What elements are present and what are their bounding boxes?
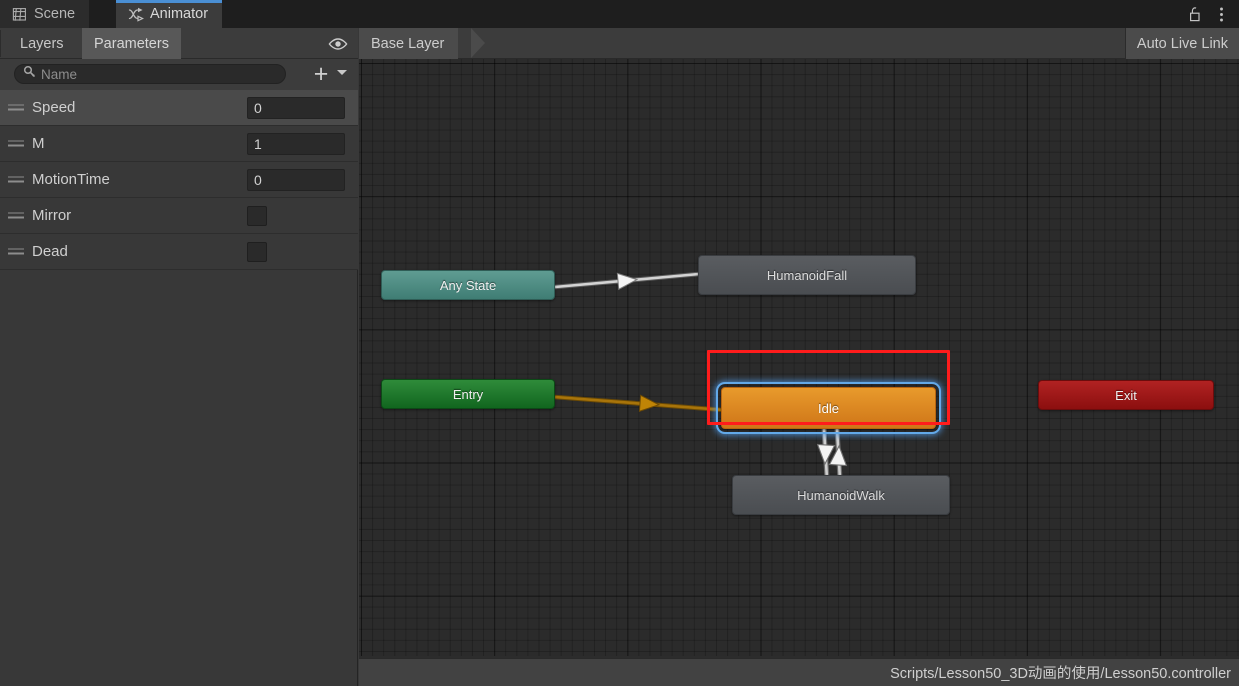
chevron-down-icon[interactable] xyxy=(337,70,347,75)
lock-open-icon[interactable] xyxy=(1183,2,1207,26)
add-parameter-label: + xyxy=(313,59,329,88)
animator-icon xyxy=(128,7,144,22)
parameter-row-m[interactable]: M 1 xyxy=(0,126,358,162)
parameter-value-field[interactable]: 0 xyxy=(247,97,345,119)
subtab-divider xyxy=(0,30,1,57)
parameter-name: Speed xyxy=(32,99,76,116)
parameter-row-mirror[interactable]: Mirror xyxy=(0,198,358,234)
search-placeholder: Name xyxy=(41,66,78,82)
panel-subtab-row: Layers Parameters xyxy=(0,28,358,59)
breadcrumb-label: Base Layer xyxy=(371,35,445,52)
grid-hash-icon xyxy=(12,7,27,22)
search-input[interactable]: Name xyxy=(14,64,286,84)
animator-graph: Base Layer Auto Live Link Any State Entr… xyxy=(359,28,1239,686)
node-humanoid-fall-label: HumanoidFall xyxy=(766,267,848,283)
drag-handle-icon[interactable] xyxy=(8,212,24,219)
auto-live-link-label: Auto Live Link xyxy=(1136,35,1228,52)
parameters-panel: Layers Parameters Name + Speed 0 M 1 Mot… xyxy=(0,28,358,686)
window-controls xyxy=(1183,0,1233,28)
tab-scene-label: Scene xyxy=(34,6,76,22)
plus-icon[interactable]: + xyxy=(308,59,334,88)
tab-animator-label: Animator xyxy=(150,6,209,22)
parameter-name: MotionTime xyxy=(32,171,110,188)
graph-canvas[interactable]: Any State Entry Exit HumanoidFall Idle H… xyxy=(359,59,1239,656)
node-exit-label: Exit xyxy=(1115,387,1137,403)
node-entry-label: Entry xyxy=(452,386,484,402)
drag-handle-icon[interactable] xyxy=(8,248,24,255)
parameter-row-motiontime[interactable]: MotionTime 0 xyxy=(0,162,358,198)
breadcrumb-bar: Base Layer Auto Live Link xyxy=(359,28,1239,59)
subtab-parameters-label: Parameters xyxy=(94,35,169,52)
parameter-value-field[interactable]: 1 xyxy=(247,133,345,155)
node-humanoid-walk[interactable]: HumanoidWalk xyxy=(732,475,950,515)
subtab-parameters[interactable]: Parameters xyxy=(82,28,181,59)
node-humanoid-fall[interactable]: HumanoidFall xyxy=(698,255,916,295)
breadcrumb-arrow-icon xyxy=(471,28,485,58)
status-bar: Scripts/Lesson50_3D动画的使用/Lesson50.contro… xyxy=(359,658,1239,686)
search-icon xyxy=(23,65,36,83)
parameter-name: Dead xyxy=(32,243,68,260)
drag-handle-icon[interactable] xyxy=(8,104,24,111)
tab-animator[interactable]: Animator xyxy=(116,0,223,28)
node-exit[interactable]: Exit xyxy=(1038,380,1214,410)
drag-handle-icon[interactable] xyxy=(8,176,24,183)
animator-window: Scene Animator Layers Parameters Name + … xyxy=(0,0,1239,686)
breadcrumb[interactable]: Base Layer xyxy=(359,28,459,59)
parameter-list: Speed 0 M 1 MotionTime 0 Mirror Dead xyxy=(0,90,358,270)
parameter-checkbox[interactable] xyxy=(247,206,267,226)
eye-icon[interactable] xyxy=(328,28,348,59)
controller-path: Scripts/Lesson50_3D动画的使用/Lesson50.contro… xyxy=(890,666,1231,682)
node-idle[interactable]: Idle xyxy=(721,387,936,429)
node-any-state[interactable]: Any State xyxy=(381,270,555,300)
panel-search-row: Name + xyxy=(0,59,358,90)
node-humanoid-walk-label: HumanoidWalk xyxy=(797,487,885,503)
transition-edges xyxy=(554,271,848,480)
parameter-name: M xyxy=(32,135,45,152)
drag-handle-icon[interactable] xyxy=(8,140,24,147)
window-tab-strip: Scene Animator xyxy=(0,0,1239,28)
parameter-row-dead[interactable]: Dead xyxy=(0,234,358,270)
parameter-name: Mirror xyxy=(32,207,72,224)
subtab-layers-label: Layers xyxy=(20,35,64,52)
parameter-checkbox[interactable] xyxy=(247,242,267,262)
subtab-layers[interactable]: Layers xyxy=(8,28,76,59)
auto-live-link-button[interactable]: Auto Live Link xyxy=(1124,28,1239,59)
node-any-state-label: Any State xyxy=(439,277,497,293)
node-idle-label: Idle xyxy=(818,400,839,416)
parameter-value-field[interactable]: 0 xyxy=(247,169,345,191)
node-entry[interactable]: Entry xyxy=(381,379,555,409)
parameter-row-speed[interactable]: Speed 0 xyxy=(0,90,358,126)
tab-scene[interactable]: Scene xyxy=(0,0,90,28)
kebab-menu-icon[interactable] xyxy=(1209,2,1233,26)
